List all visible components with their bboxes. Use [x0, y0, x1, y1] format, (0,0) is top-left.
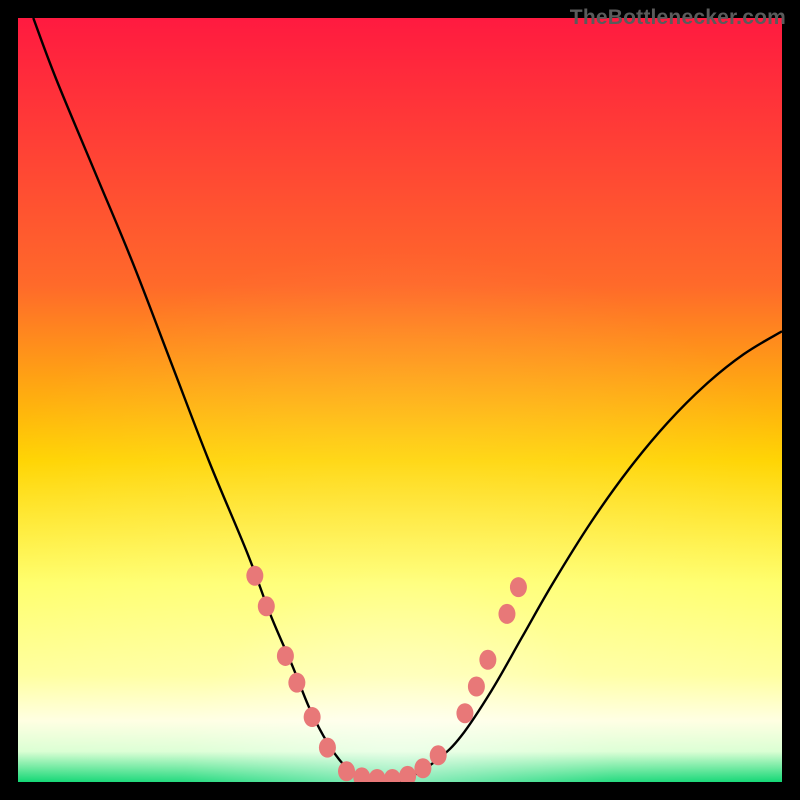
- curve-marker: [353, 767, 370, 782]
- curve-marker: [456, 703, 473, 723]
- curve-marker: [369, 769, 386, 782]
- curve-marker: [338, 761, 355, 781]
- watermark-text: TheBottlenecker.com: [570, 6, 786, 30]
- curve-marker: [399, 766, 416, 782]
- curve-marker: [414, 758, 431, 778]
- curve-marker: [319, 738, 336, 758]
- curve-marker: [510, 577, 527, 597]
- plot-area: [18, 18, 782, 782]
- bottleneck-curve: [18, 18, 782, 782]
- curve-marker: [258, 596, 275, 616]
- curve-marker: [277, 646, 294, 666]
- curve-marker: [246, 566, 263, 586]
- curve-marker: [479, 650, 496, 670]
- curve-marker: [468, 677, 485, 697]
- curve-marker: [384, 769, 401, 782]
- chart-frame: TheBottlenecker.com: [0, 0, 800, 800]
- curve-marker: [498, 604, 515, 624]
- curve-marker: [430, 745, 447, 765]
- curve-markers: [246, 566, 527, 782]
- curve-marker: [304, 707, 321, 727]
- curve-marker: [288, 673, 305, 693]
